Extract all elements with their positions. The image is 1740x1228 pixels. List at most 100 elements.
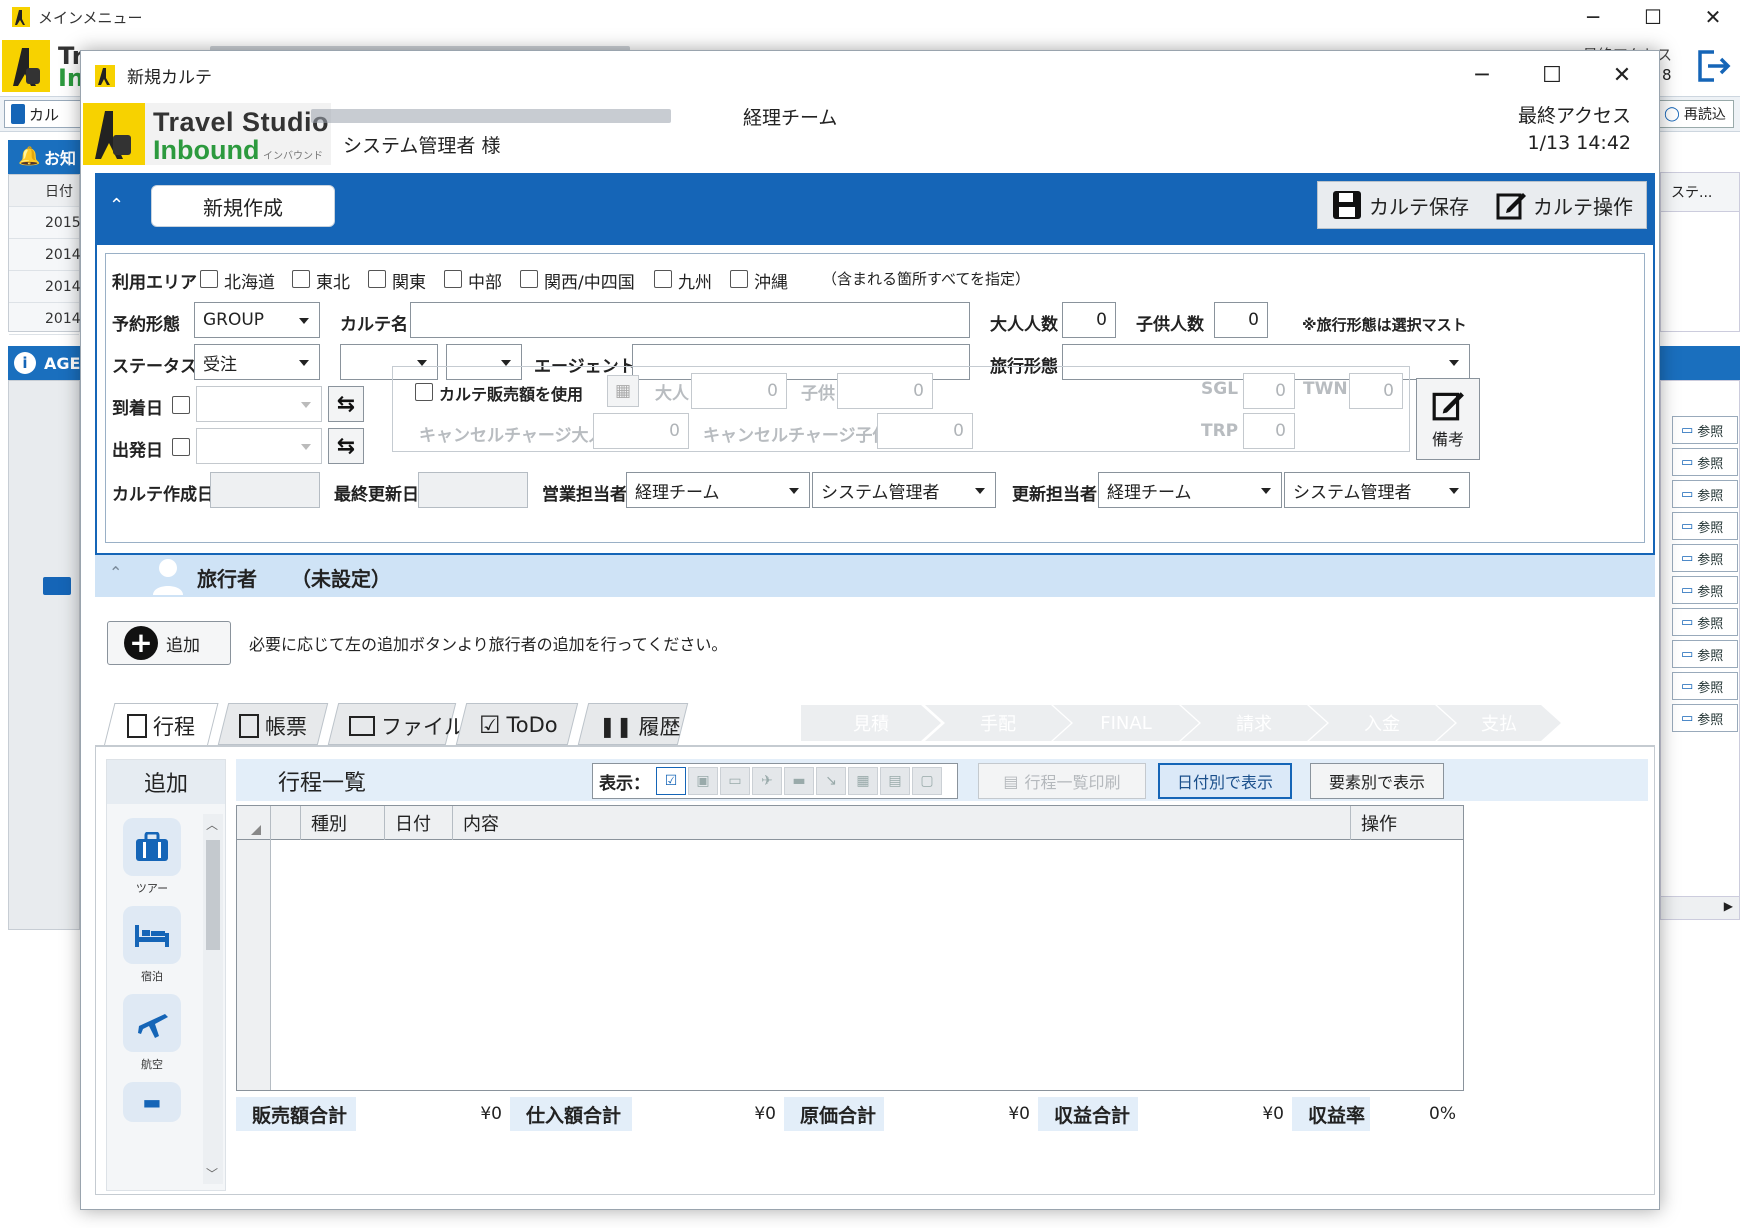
profit-rate-value: 0% <box>1370 1097 1464 1131</box>
collapse-caret-icon[interactable]: ⌃ <box>109 563 122 582</box>
karte-operation-button[interactable]: カルテ操作 <box>1495 189 1633 221</box>
step-arrange[interactable]: 手配 <box>925 705 1071 741</box>
area-checkbox-kanto[interactable] <box>368 270 386 288</box>
footsteps-icon: ❚❚ <box>599 714 633 738</box>
view-button[interactable]: ▭ 参照 <box>1672 576 1738 604</box>
add-hotel-button[interactable]: 宿泊 <box>123 906 181 984</box>
area-checkbox-hokkaido[interactable] <box>200 270 218 288</box>
view-by-element-button[interactable]: 要素別で表示 <box>1310 763 1444 799</box>
table-row[interactable]: 2014/ <box>9 239 85 271</box>
step-payment-received[interactable]: 入金 <box>1309 705 1455 741</box>
reload-button[interactable]: ◯ 再読込 <box>1656 100 1734 128</box>
filter-hotel-icon[interactable]: ▭ <box>720 767 750 795</box>
area-checkbox-okinawa[interactable] <box>730 270 748 288</box>
collapse-caret-icon[interactable]: ⌃ <box>109 195 124 216</box>
step-invoice[interactable]: 請求 <box>1181 705 1327 741</box>
view-by-date-button[interactable]: 日付別で表示 <box>1158 763 1292 799</box>
scroll-down-icon[interactable]: ﹀ <box>206 1165 218 1182</box>
departure-swap-button[interactable]: ⇆ <box>328 428 364 464</box>
traveler-message: 必要に応じて左の追加ボタンより旅行者の追加を行ってください。 <box>249 635 728 654</box>
view-button[interactable]: ▭ 参照 <box>1672 640 1738 668</box>
table-row[interactable]: 2014/ <box>9 303 85 335</box>
view-button[interactable]: ▭ 参照 <box>1672 448 1738 476</box>
col-content[interactable]: 内容 <box>453 806 1351 840</box>
view-button[interactable]: ▭ 参照 <box>1672 544 1738 572</box>
grid-corner[interactable] <box>237 806 271 840</box>
col-type[interactable]: 種別 <box>301 806 385 840</box>
status-select[interactable]: 受注 <box>194 344 320 380</box>
area-checkbox-tohoku[interactable] <box>292 270 310 288</box>
view-button[interactable]: ▭ 参照 <box>1672 416 1738 444</box>
update-team-select[interactable]: 経理チーム <box>1098 472 1282 508</box>
dialog-close-button[interactable]: ✕ <box>1587 51 1657 99</box>
step-final[interactable]: FINAL <box>1053 705 1199 741</box>
trp-input[interactable]: 0 <box>1243 413 1295 449</box>
children-input[interactable]: 0 <box>1214 302 1268 338</box>
main-karte-tab[interactable]: カル <box>4 100 84 128</box>
memo-button[interactable]: 備考 <box>1416 378 1480 460</box>
maximize-button[interactable]: ☐ <box>1626 0 1680 34</box>
step-payout[interactable]: 支払 <box>1437 705 1561 741</box>
close-button[interactable]: ✕ <box>1686 0 1740 34</box>
step-estimate[interactable]: 見積 <box>801 705 941 741</box>
filter-tour-icon[interactable]: ▣ <box>688 767 718 795</box>
save-karte-button[interactable]: カルテ保存 <box>1331 189 1469 221</box>
table-row[interactable]: 2015/ <box>9 207 85 239</box>
update-user-select[interactable]: システム管理者 <box>1284 472 1470 508</box>
add-flight-button[interactable]: 航空 <box>123 994 181 1072</box>
view-button[interactable]: ▭ 参照 <box>1672 608 1738 636</box>
view-button[interactable]: ▭ 参照 <box>1672 480 1738 508</box>
dialog-minimize-button[interactable]: ─ <box>1447 51 1517 99</box>
print-itinerary-button[interactable]: ▤ 行程一覧印刷 <box>978 763 1146 799</box>
area-checkbox-kyushu[interactable] <box>654 270 672 288</box>
sales-team-select[interactable]: 経理チーム <box>626 472 810 508</box>
use-sales-checkbox[interactable] <box>415 383 433 401</box>
arrival-swap-button[interactable]: ⇆ <box>328 386 364 422</box>
scroll-up-icon[interactable]: ︿ <box>206 816 218 833</box>
horizontal-scrollbar[interactable]: ▶ <box>1660 896 1740 920</box>
table-row[interactable]: 2014/ <box>9 271 85 303</box>
adult-price-input[interactable]: 0 <box>691 373 787 409</box>
add-tour-button[interactable]: ツアー <box>123 818 181 896</box>
total-purchase-label: 仕入額合計 <box>526 1104 622 1127</box>
arrival-checkbox[interactable] <box>172 396 190 414</box>
cancel-adult-input[interactable]: 0 <box>593 413 689 449</box>
add-pane-scrollbar[interactable]: ︿ ﹀ <box>203 814 223 1184</box>
booking-select[interactable]: GROUP <box>194 302 320 338</box>
child-price-input[interactable]: 0 <box>837 373 933 409</box>
departure-date-picker[interactable] <box>196 428 322 464</box>
karte-name-input[interactable] <box>410 302 970 338</box>
filter-all-checkbox-icon[interactable]: ☑ <box>656 767 686 795</box>
arrival-date-picker[interactable] <box>196 386 322 422</box>
cancel-child-input[interactable]: 0 <box>877 413 973 449</box>
filter-other-icon[interactable]: ▢ <box>912 767 942 795</box>
view-button[interactable]: ▭ 参照 <box>1672 512 1738 540</box>
filter-bus-icon[interactable]: ▤ <box>880 767 910 795</box>
filter-train-icon[interactable]: ▬ <box>784 767 814 795</box>
col-date[interactable]: 日付 <box>385 806 453 840</box>
sgl-input[interactable]: 0 <box>1243 373 1295 409</box>
filter-flight-icon[interactable]: ✈ <box>752 767 782 795</box>
filter-route-icon[interactable]: ↘ <box>816 767 846 795</box>
tab-new[interactable]: 新規作成 <box>151 185 335 227</box>
filter-restaurant-icon[interactable]: ▦ <box>848 767 878 795</box>
traveler-logo-icon <box>83 103 145 165</box>
traveler-area: + 追加 必要に応じて左の追加ボタンより旅行者の追加を行ってください。 <box>95 597 1655 687</box>
calculator-icon[interactable]: ▦ <box>607 375 639 407</box>
add-train-button[interactable]: ▬ <box>123 1082 181 1122</box>
sales-user-select[interactable]: システム管理者 <box>812 472 996 508</box>
minimize-button[interactable]: ─ <box>1566 0 1620 34</box>
logout-icon[interactable] <box>1692 46 1732 86</box>
traveler-section-header[interactable]: ⌃ 旅行者 （未設定） <box>95 555 1655 597</box>
departure-checkbox[interactable] <box>172 438 190 456</box>
view-button[interactable]: ▭ 参照 <box>1672 672 1738 700</box>
add-traveler-button[interactable]: + 追加 <box>107 621 231 665</box>
col-action[interactable]: 操作 <box>1351 806 1463 840</box>
dialog-maximize-button[interactable]: ☐ <box>1517 51 1587 99</box>
adults-input[interactable]: 0 <box>1062 302 1116 338</box>
view-button[interactable]: ▭ 参照 <box>1672 704 1738 732</box>
area-checkbox-chubu[interactable] <box>444 270 462 288</box>
area-checkbox-kansai[interactable] <box>520 270 538 288</box>
plus-icon: + <box>124 626 158 660</box>
twn-input[interactable]: 0 <box>1349 373 1403 409</box>
